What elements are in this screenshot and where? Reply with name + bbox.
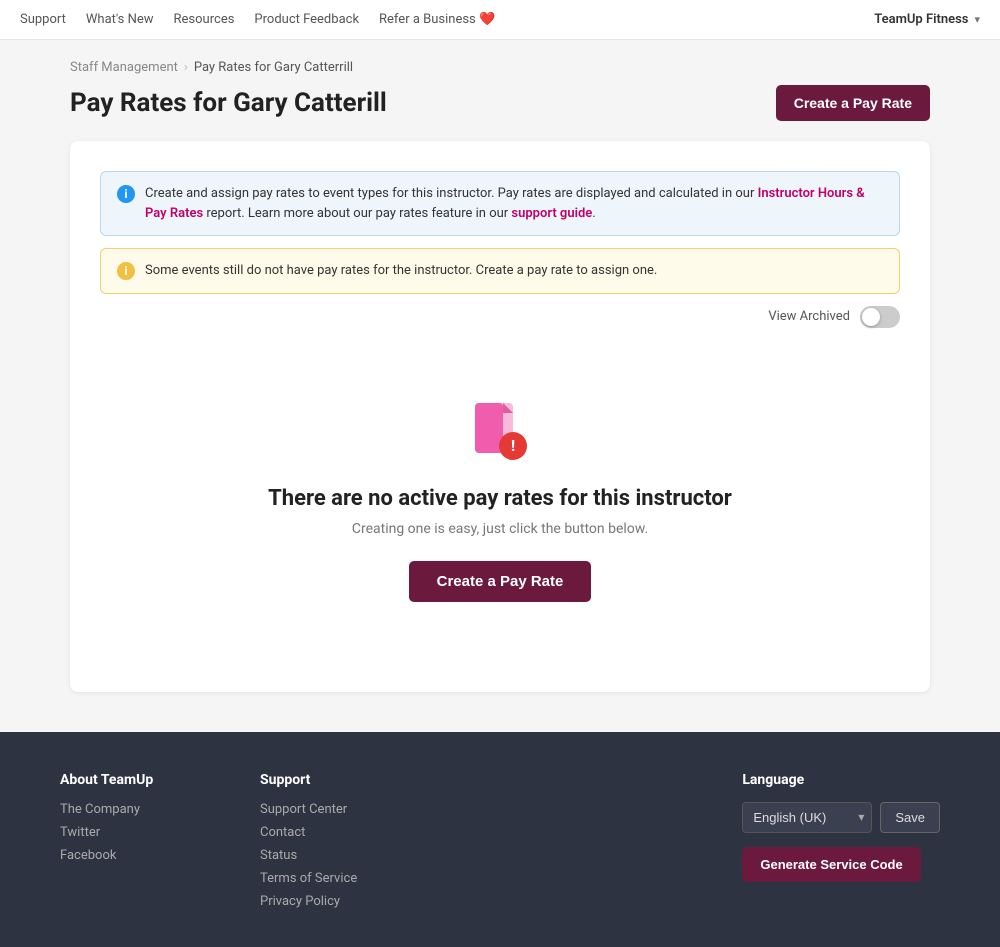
footer-support-title: Support — [260, 772, 400, 788]
empty-state: ! There are no active pay rates for this… — [100, 358, 900, 662]
language-select[interactable]: English (UK) English (US) Français Deuts… — [742, 802, 872, 833]
banner-blue-text: Create and assign pay rates to event typ… — [145, 184, 883, 223]
footer-language-title: Language — [742, 772, 940, 788]
info-banner-blue: i Create and assign pay rates to event t… — [100, 171, 900, 236]
language-row: English (UK) English (US) Français Deuts… — [742, 802, 940, 833]
nav-product-feedback[interactable]: Product Feedback — [254, 12, 359, 27]
create-pay-rate-header-button[interactable]: Create a Pay Rate — [776, 85, 930, 121]
footer-facebook[interactable]: Facebook — [60, 848, 200, 863]
view-archived-label: View Archived — [768, 309, 850, 324]
info-icon-yellow: i — [117, 262, 135, 280]
page-header: Pay Rates for Gary Catterill Create a Pa… — [70, 85, 930, 121]
language-save-button[interactable]: Save — [880, 802, 940, 833]
footer-status[interactable]: Status — [260, 848, 400, 863]
breadcrumb: Staff Management › Pay Rates for Gary Ca… — [70, 60, 930, 75]
breadcrumb-parent[interactable]: Staff Management — [70, 60, 178, 75]
breadcrumb-current: Pay Rates for Gary Catterrill — [194, 60, 353, 75]
footer-contact[interactable]: Contact — [260, 825, 400, 840]
nav-links: Support What's New Resources Product Fee… — [20, 12, 495, 27]
footer-language: Language English (UK) English (US) Franç… — [742, 772, 940, 917]
footer-the-company[interactable]: The Company — [60, 802, 200, 817]
footer-twitter[interactable]: Twitter — [60, 825, 200, 840]
support-guide-link[interactable]: support guide — [511, 206, 592, 221]
toggle-row: View Archived — [100, 306, 900, 328]
info-icon-blue: i — [117, 185, 135, 203]
svg-text:!: ! — [511, 436, 515, 455]
view-archived-toggle[interactable] — [860, 306, 900, 328]
nav-support[interactable]: Support — [20, 12, 66, 27]
nav-resources[interactable]: Resources — [174, 12, 235, 27]
create-pay-rate-center-button[interactable]: Create a Pay Rate — [409, 561, 592, 602]
banner-yellow-text: Some events still do not have pay rates … — [145, 261, 657, 281]
footer-about: About TeamUp The Company Twitter Faceboo… — [60, 772, 200, 917]
empty-state-icon: ! — [465, 398, 535, 468]
brand-name: TeamUp Fitness — [874, 12, 968, 27]
breadcrumb-separator: › — [184, 60, 188, 75]
footer-privacy[interactable]: Privacy Policy — [260, 894, 400, 909]
toggle-knob — [862, 308, 880, 326]
main-card: i Create and assign pay rates to event t… — [70, 141, 930, 692]
nav-whats-new[interactable]: What's New — [86, 12, 154, 27]
footer-support-center[interactable]: Support Center — [260, 802, 400, 817]
top-nav: Support What's New Resources Product Fee… — [0, 0, 1000, 40]
footer-support: Support Support Center Contact Status Te… — [260, 772, 400, 917]
empty-state-title: There are no active pay rates for this i… — [268, 486, 732, 511]
nav-refer: Refer a Business ❤️ — [379, 12, 495, 27]
page-title: Pay Rates for Gary Catterill — [70, 88, 387, 118]
main-content: Staff Management › Pay Rates for Gary Ca… — [50, 40, 950, 732]
footer-terms[interactable]: Terms of Service — [260, 871, 400, 886]
info-banner-yellow: i Some events still do not have pay rate… — [100, 248, 900, 294]
generate-service-code-button[interactable]: Generate Service Code — [742, 847, 920, 882]
brand-area: TeamUp Fitness ▾ — [874, 12, 980, 27]
footer-about-title: About TeamUp — [60, 772, 200, 788]
brand-chevron[interactable]: ▾ — [974, 13, 980, 26]
footer: About TeamUp The Company Twitter Faceboo… — [0, 732, 1000, 947]
language-select-wrapper: English (UK) English (US) Français Deuts… — [742, 802, 872, 833]
empty-state-subtitle: Creating one is easy, just click the but… — [352, 521, 648, 537]
